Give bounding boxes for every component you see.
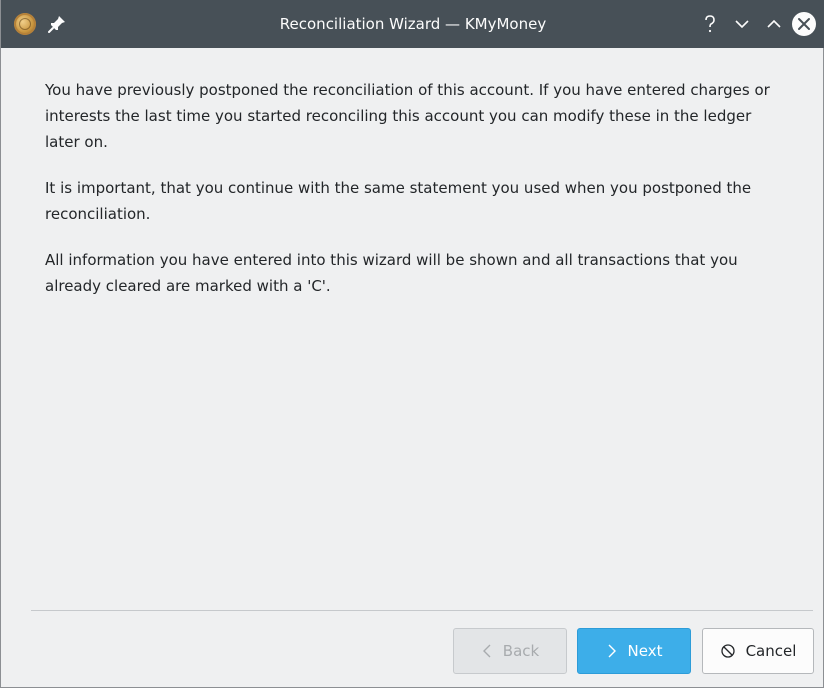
info-paragraph-cleared: All information you have entered into th… (45, 251, 738, 295)
reconciliation-wizard-window: Reconciliation Wizard — KMyMoney You hav… (0, 0, 824, 688)
next-button[interactable]: Next (577, 628, 691, 674)
back-button[interactable]: Back (453, 628, 567, 674)
chevron-right-icon (608, 644, 616, 658)
info-paragraph-statement: It is important, that you continue with … (45, 179, 752, 223)
minimize-icon[interactable] (730, 12, 754, 36)
footer-divider (31, 610, 813, 611)
cancel-button-label: Cancel (745, 642, 797, 660)
close-icon[interactable] (790, 10, 818, 38)
cancel-icon (720, 644, 735, 658)
next-button-label: Next (627, 642, 663, 660)
cancel-button[interactable]: Cancel (702, 628, 814, 674)
titlebar[interactable]: Reconciliation Wizard — KMyMoney (1, 0, 824, 48)
info-paragraph-postponed: You have previously postponed the reconc… (45, 81, 770, 151)
help-icon[interactable] (698, 12, 722, 36)
chevron-left-icon (482, 644, 491, 658)
back-button-label: Back (502, 642, 540, 660)
wizard-page: You have previously postponed the reconc… (1, 48, 823, 687)
maximize-icon[interactable] (762, 12, 786, 36)
